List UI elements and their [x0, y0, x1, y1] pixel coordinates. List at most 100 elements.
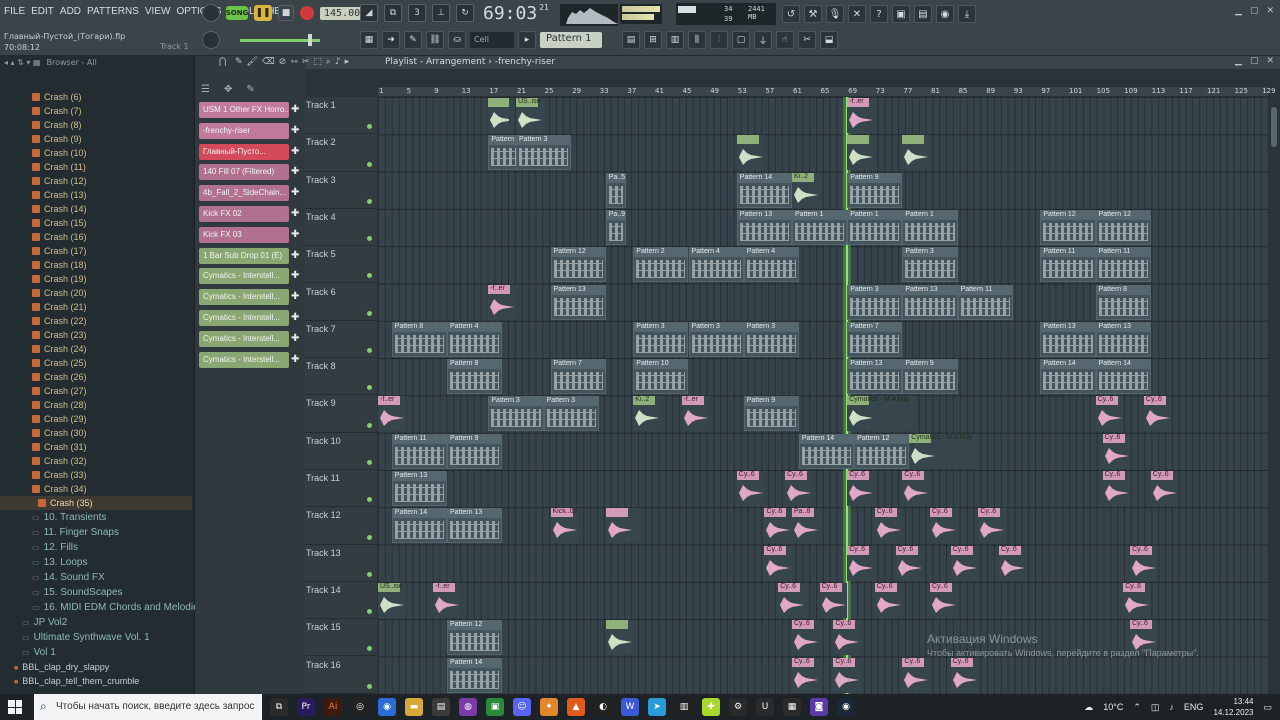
channel-add-icon[interactable]: ✚ — [291, 291, 301, 307]
audio-clip[interactable]: Cy..6 — [764, 545, 792, 581]
pattern-clip[interactable]: Pattern 12 — [1040, 209, 1096, 245]
browser-sample-item[interactable]: Crash (18) — [0, 258, 192, 272]
pattern-clip[interactable]: Pattern 11 — [391, 433, 447, 469]
render-icon[interactable]: ▤ — [914, 5, 932, 23]
track-mute-led[interactable] — [367, 683, 372, 689]
audio-clip[interactable]: Cy..6 — [902, 657, 930, 693]
app7-icon[interactable]: ✚ — [702, 698, 720, 716]
maximize-icon[interactable]: ▢ — [1250, 6, 1259, 16]
weather-icon[interactable]: ☁ — [1084, 702, 1093, 713]
pattern-clip[interactable]: Pattern 12 — [550, 247, 606, 283]
playlist-scrollbar[interactable] — [1269, 97, 1280, 694]
discord-icon[interactable]: ☺ — [513, 698, 531, 716]
record-button[interactable] — [300, 6, 314, 20]
channel-add-icon[interactable]: ✚ — [291, 250, 301, 266]
channel-add-icon[interactable]: ✚ — [291, 354, 301, 370]
audio-clip[interactable]: Cy..6 — [1123, 582, 1151, 618]
track-mute-led[interactable] — [367, 571, 372, 577]
audio-clip[interactable]: Ki..2 — [792, 172, 820, 208]
browser-sample-item[interactable]: Crash (24) — [0, 342, 192, 356]
chat-icon[interactable]: ◉ — [936, 5, 954, 23]
pattern-clip[interactable]: Pattern 3 — [516, 135, 572, 171]
channel-button[interactable]: 4b_Fall_2_SideChain... — [199, 185, 289, 202]
audio-clip[interactable] — [847, 135, 875, 171]
channel-add-icon[interactable]: ✚ — [291, 270, 301, 286]
browser-folder[interactable]: 11. Finger Snaps — [0, 525, 192, 540]
track-mute-led[interactable] — [367, 646, 372, 652]
pattern-clip[interactable]: Pattern 14 — [736, 172, 792, 208]
steam-icon[interactable]: ◉ — [837, 698, 855, 716]
pattern-clip[interactable]: Pattern 13 — [1095, 321, 1151, 357]
channel-add-icon[interactable]: ✚ — [291, 208, 301, 224]
mixer-window-icon[interactable]: ⫼ — [688, 31, 706, 49]
app6-icon[interactable]: ▥ — [675, 698, 693, 716]
network-icon[interactable]: ◫ — [1151, 702, 1160, 713]
piano-roll-icon[interactable]: ▦ — [360, 31, 378, 49]
step-seq-icon[interactable]: ⊞ — [644, 31, 662, 49]
pattern-clip[interactable]: Pattern 11 — [1095, 247, 1151, 283]
playlist-close-icon[interactable]: ✕ — [1266, 56, 1274, 66]
pattern-clip[interactable]: Pattern 10 — [633, 359, 689, 395]
browser-folder[interactable]: 13. Loops — [0, 555, 192, 570]
plug-icon[interactable]: ⏚ — [754, 31, 772, 49]
browser-sample-item[interactable]: Crash (12) — [0, 174, 192, 188]
paint-icon[interactable]: 🖌 — [247, 57, 258, 67]
pattern-clip[interactable]: Pa..5 — [605, 172, 627, 208]
loop-record-icon[interactable]: ↻ — [456, 4, 474, 22]
track-header[interactable]: Track 11 — [305, 470, 377, 508]
song-mode-button[interactable]: SONG — [226, 6, 248, 20]
browser-sample-item[interactable]: Crash (29) — [0, 412, 192, 426]
pattern-clip[interactable]: Pattern 13 — [550, 284, 606, 320]
audio-clip[interactable] — [736, 135, 765, 171]
audio-clip[interactable]: Cymatics - M A Maj — [909, 433, 979, 469]
task-view-icon[interactable]: ⧉ — [270, 698, 288, 716]
browser-sample-item[interactable]: Crash (16) — [0, 230, 192, 244]
pattern-clip[interactable]: Pattern 13 — [736, 209, 792, 245]
browser-sample-item[interactable]: Crash (6) — [0, 90, 192, 104]
browser-sample-item[interactable]: Crash (7) — [0, 104, 192, 118]
menu-file[interactable]: FILE — [4, 6, 25, 17]
pattern-clip[interactable]: Pattern 1 — [792, 209, 848, 245]
pattern-clip[interactable]: Pattern 3 — [902, 247, 958, 283]
channel-button[interactable]: Kick FX 03 — [199, 226, 289, 243]
minimize-icon[interactable]: ▁ — [1235, 6, 1242, 16]
snap-select[interactable]: Cell — [470, 32, 514, 48]
audio-clip[interactable]: Cy..6 — [874, 582, 903, 618]
pattern-clip[interactable]: Pattern 4 — [743, 247, 799, 283]
rack-move-icon[interactable]: ✥ — [224, 84, 232, 95]
track-mute-led[interactable] — [367, 422, 372, 428]
play-pattern-icon[interactable]: ▸ — [345, 57, 350, 67]
pattern-prev-icon[interactable]: ▸ — [518, 31, 536, 49]
pattern-clip[interactable]: Pattern 1 — [902, 209, 958, 245]
pattern-clip[interactable]: Pattern 13 — [847, 359, 903, 395]
tray-arrow-icon[interactable]: ⌃ — [1133, 702, 1141, 713]
speaker-icon[interactable]: ♪ — [335, 57, 341, 67]
menu-patterns[interactable]: PATTERNS — [87, 6, 139, 17]
browser-sample-item[interactable]: Crash (21) — [0, 300, 192, 314]
wait-input-icon[interactable]: ⧉ — [384, 4, 402, 22]
browser-root-folder[interactable]: JP Vol2 — [0, 615, 192, 630]
audio-clip[interactable]: Cy..6 — [847, 471, 875, 506]
browser-folder[interactable]: 16. MIDI EDM Chords and Melodies — [0, 600, 204, 615]
notifications-icon[interactable]: ▭ — [1263, 702, 1272, 713]
plugin-icon[interactable]: ⫶ — [710, 31, 728, 49]
audio-clip[interactable]: Cy..6 — [895, 545, 924, 581]
pattern-clip[interactable]: Pa..9 — [605, 209, 627, 245]
rack-menu-icon[interactable]: ☰ — [201, 84, 210, 95]
audio-clip[interactable]: Cy..6 — [874, 508, 903, 544]
pattern-clip[interactable]: Pattern 14 — [391, 508, 447, 544]
browser-sample-item[interactable]: Crash (32) — [0, 454, 192, 468]
browser-sample-item[interactable]: Crash (23) — [0, 328, 192, 342]
pattern-clip[interactable]: Pattern 14 — [1095, 359, 1151, 395]
stamp-icon[interactable]: ⛀ — [448, 31, 466, 49]
taskbar-clock[interactable]: 13:44 14.12.2023 — [1213, 696, 1253, 718]
track-header[interactable]: Track 12 — [305, 507, 377, 545]
audio-clip[interactable]: Cy..6 — [792, 620, 820, 656]
audio-clip[interactable]: Kick..03 — [550, 508, 579, 544]
pattern-clip[interactable]: Pattern 14 — [798, 433, 855, 469]
countdown-icon[interactable]: 3 — [408, 4, 426, 22]
browser-sample-item[interactable]: Crash (26) — [0, 370, 192, 384]
channel-add-icon[interactable]: ✚ — [291, 187, 301, 203]
mic-icon[interactable]: 🎙 — [826, 5, 844, 23]
audio-clip[interactable]: Cymatics - M A Maj — [847, 396, 917, 432]
